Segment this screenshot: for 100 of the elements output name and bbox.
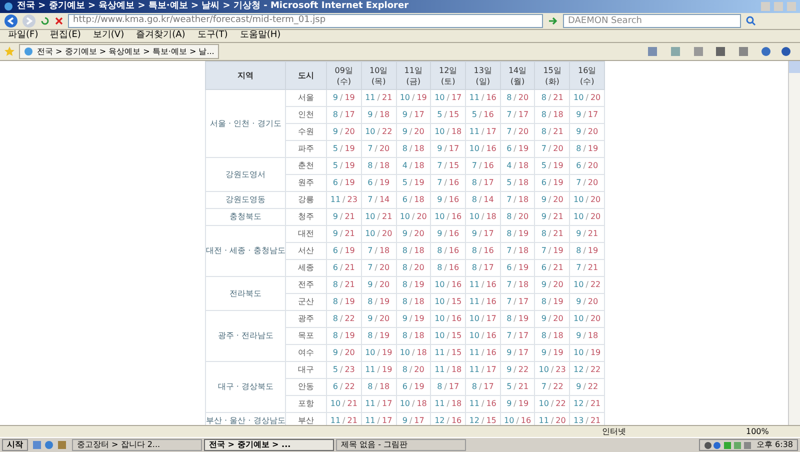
temperature-cell: 8 / 19 xyxy=(570,242,604,260)
refresh-icon[interactable] xyxy=(40,16,50,26)
temperature-cell: 7 / 20 xyxy=(570,174,604,192)
temperature-cell: 4 / 18 xyxy=(500,158,535,174)
quick-launch-icons-drawing[interactable] xyxy=(32,440,68,450)
temperature-cell: 8 / 19 xyxy=(361,294,396,310)
temperature-cell: 8 / 18 xyxy=(396,328,431,344)
temperature-cell: 8 / 18 xyxy=(361,158,396,174)
city-cell: 대전 xyxy=(286,226,327,242)
region-cell: 광주 · 전라남도 xyxy=(206,310,286,362)
menu-item[interactable]: 편집(E) xyxy=(50,29,81,43)
temperature-cell: 11 / 19 xyxy=(361,362,396,378)
city-cell: 춘천 xyxy=(286,158,327,174)
temperature-cell: 9 / 17 xyxy=(465,226,500,242)
temperature-cell: 11 / 17 xyxy=(465,362,500,378)
temperature-cell: 6 / 19 xyxy=(326,242,362,260)
temperature-cell: 8 / 20 xyxy=(396,362,431,378)
search-icon[interactable] xyxy=(745,15,757,27)
temperature-cell: 6 / 21 xyxy=(326,260,362,276)
temperature-cell: 10 / 20 xyxy=(570,208,604,226)
clock: 오후 6:38 xyxy=(756,439,793,451)
temperature-cell: 10 / 23 xyxy=(534,362,570,378)
city-cell: 원주 xyxy=(286,174,327,192)
temperature-cell: 8 / 17 xyxy=(465,260,500,276)
city-cell: 여수 xyxy=(286,344,327,362)
menu-item[interactable]: 보기(V) xyxy=(92,29,124,43)
stop-icon[interactable] xyxy=(54,16,64,26)
zoom-level[interactable]: 100% xyxy=(746,426,796,438)
column-header: 11일 (금) xyxy=(396,62,431,90)
temperature-cell: 6 / 19 xyxy=(396,378,431,396)
temperature-cell: 9 / 17 xyxy=(570,106,604,124)
temperature-cell: 12 / 22 xyxy=(570,362,604,378)
vertical-scrollbar[interactable] xyxy=(788,61,800,425)
temperature-cell: 8 / 16 xyxy=(430,242,466,260)
temperature-cell: 8 / 16 xyxy=(465,242,500,260)
temperature-cell: 9 / 17 xyxy=(396,106,431,124)
temperature-cell: 10 / 19 xyxy=(570,344,604,362)
temperature-cell: 8 / 18 xyxy=(396,242,431,260)
temperature-cell: 5 / 21 xyxy=(500,378,535,396)
column-header: 12일 (토) xyxy=(430,62,466,90)
browser-tab[interactable]: 전국 > 중기예보 > 육상예보 > 특보·예보 > 날... xyxy=(19,44,220,59)
temperature-cell: 10 / 16 xyxy=(430,276,466,294)
menu-item[interactable]: 도구(T) xyxy=(197,29,228,43)
star-icon[interactable] xyxy=(4,46,15,57)
temperature-cell: 9 / 20 xyxy=(396,124,431,140)
temperature-cell: 8 / 18 xyxy=(396,294,431,310)
back-icon[interactable] xyxy=(4,14,18,28)
temperature-cell: 9 / 18 xyxy=(570,328,604,344)
menu-item[interactable]: 즐겨찾기(A) xyxy=(136,29,186,43)
temperature-cell: 9 / 22 xyxy=(570,378,604,396)
temperature-cell: 5 / 19 xyxy=(534,158,570,174)
temperature-cell: 8 / 22 xyxy=(326,310,362,328)
temperature-cell: 10 / 21 xyxy=(326,396,362,412)
search-field[interactable]: DAEMON Search xyxy=(563,14,741,28)
start-button[interactable]: 시작 xyxy=(2,439,28,451)
temperature-cell: 7 / 18 xyxy=(500,242,535,260)
region-cell: 강원도영서 xyxy=(206,158,286,192)
temperature-cell: 8 / 19 xyxy=(326,294,362,310)
security-zone-label: 인터넷 xyxy=(602,426,627,438)
go-arrow-icon[interactable] xyxy=(547,15,559,27)
temperature-cell: 8 / 21 xyxy=(534,226,570,242)
temperature-cell: 6 / 19 xyxy=(500,260,535,276)
tray-icons-drawing[interactable] xyxy=(704,440,752,450)
temperature-cell: 7 / 17 xyxy=(500,328,535,344)
temperature-cell: 11 / 16 xyxy=(465,344,500,362)
temperature-cell: 10 / 20 xyxy=(396,208,431,226)
column-header: 13일 (일) xyxy=(465,62,500,90)
temperature-cell: 6 / 21 xyxy=(534,260,570,276)
region-cell: 강원도영동 xyxy=(206,192,286,208)
temperature-cell: 10 / 17 xyxy=(465,310,500,328)
column-header: 도시 xyxy=(286,62,327,90)
region-cell: 서울 · 인천 · 경기도 xyxy=(206,90,286,158)
city-cell: 대구 xyxy=(286,362,327,378)
temperature-cell: 10 / 22 xyxy=(570,276,604,294)
temperature-cell: 7 / 16 xyxy=(465,158,500,174)
temperature-cell: 9 / 20 xyxy=(534,276,570,294)
menu-item[interactable]: 도움말(H) xyxy=(240,29,281,43)
taskbar-button[interactable]: 중고장터 > 잡니다 2... xyxy=(72,439,202,451)
address-field[interactable]: http://www.kma.go.kr/weather/forecast/mid-term_01.jsp xyxy=(68,14,543,28)
temperature-cell: 8 / 17 xyxy=(465,174,500,192)
temperature-cell: 9 / 16 xyxy=(430,192,466,208)
taskbar-button[interactable]: 전국 > 중기예보 > ... xyxy=(204,439,334,451)
temperature-cell: 7 / 18 xyxy=(500,192,535,208)
column-header: 16일 (수) xyxy=(570,62,604,90)
temperature-cell: 11 / 17 xyxy=(465,124,500,140)
menu-item[interactable]: 파일(F) xyxy=(8,29,38,43)
temperature-cell: 8 / 20 xyxy=(500,208,535,226)
taskbar-button[interactable]: 제목 없음 - 그림판 xyxy=(336,439,466,451)
temperature-cell: 7 / 22 xyxy=(534,378,570,396)
city-cell: 광주 xyxy=(286,310,327,328)
temperature-cell: 11 / 16 xyxy=(465,396,500,412)
temperature-cell: 10 / 18 xyxy=(396,396,431,412)
temperature-cell: 9 / 19 xyxy=(396,310,431,328)
temperature-cell: 6 / 19 xyxy=(534,174,570,192)
temperature-cell: 9 / 20 xyxy=(534,310,570,328)
city-cell: 포항 xyxy=(286,396,327,412)
temperature-cell: 7 / 21 xyxy=(570,260,604,276)
region-cell: 충청북도 xyxy=(206,208,286,226)
temperature-cell: 6 / 19 xyxy=(500,140,535,158)
temperature-cell: 7 / 18 xyxy=(500,276,535,294)
